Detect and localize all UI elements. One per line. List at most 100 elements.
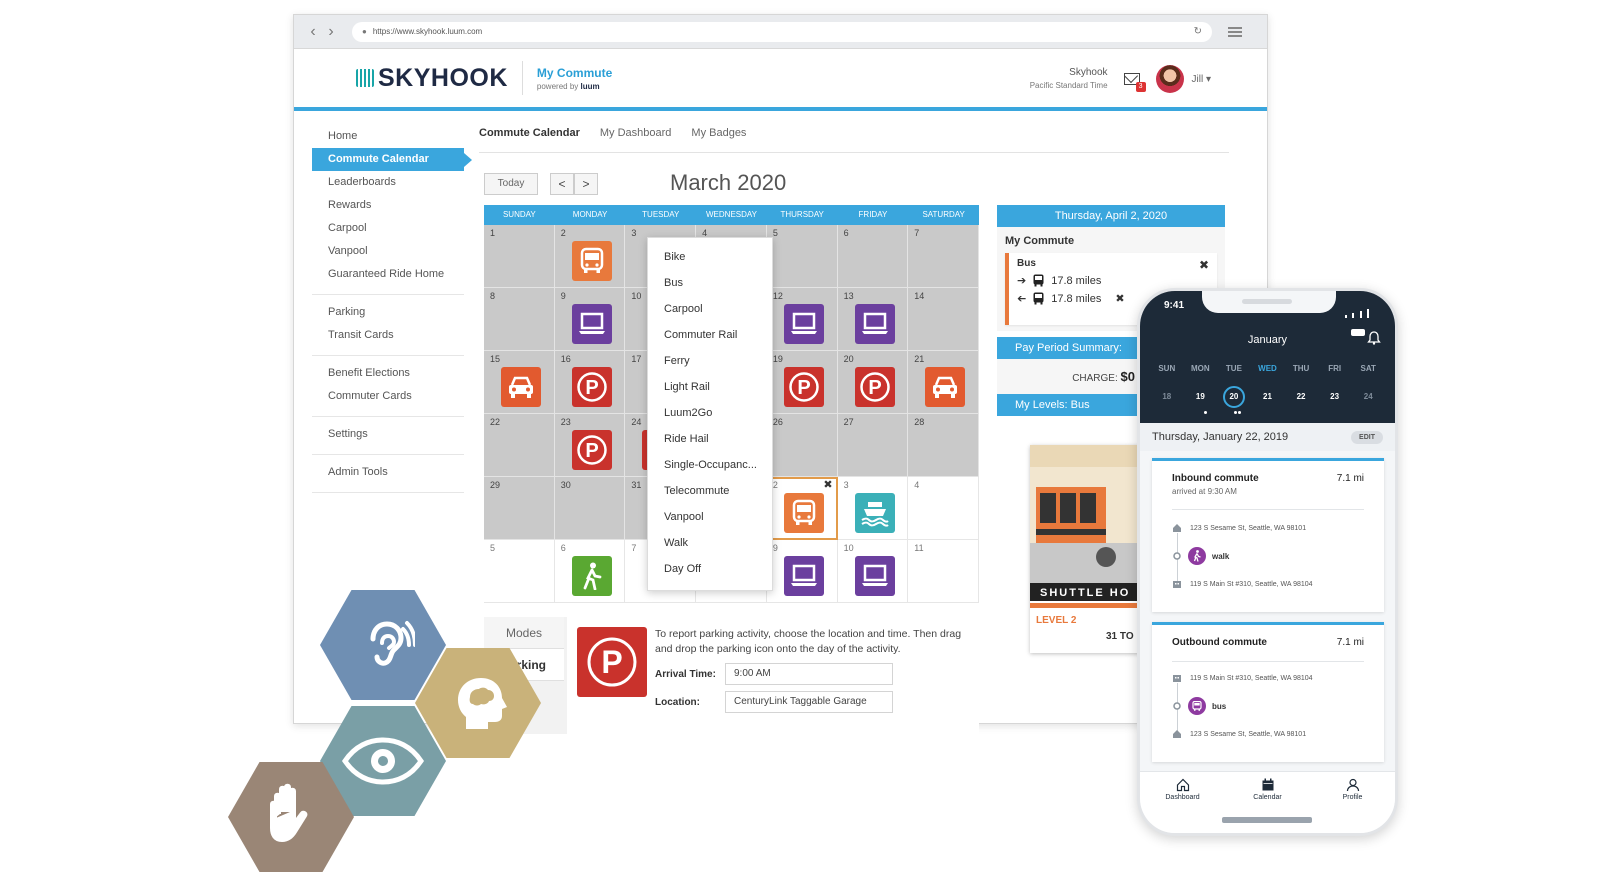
remove-commute-icon[interactable]: ✖ <box>1199 258 1209 272</box>
mode-option-bike[interactable]: Bike <box>648 244 772 270</box>
parking-icon[interactable]: P <box>571 367 612 407</box>
tab-my-badges[interactable]: My Badges <box>691 127 746 152</box>
phone-day[interactable]: 19 <box>1184 387 1218 407</box>
calendar-day[interactable]: 6 <box>837 225 909 288</box>
parking-icon[interactable]: P <box>854 367 895 407</box>
today-button[interactable]: Today <box>484 173 538 195</box>
skyhook-logo[interactable]: SKYHOOK <box>356 64 508 93</box>
calendar-day[interactable]: 23 P <box>554 414 626 477</box>
calendar-day[interactable]: 3 <box>837 477 909 540</box>
phone-day[interactable]: 21 <box>1251 387 1285 407</box>
outbound-commute-card[interactable]: Outbound commute 7.1 mi 119 S Main St #3… <box>1152 622 1384 762</box>
sidebar-item-leaderboards[interactable]: Leaderboards <box>312 171 464 194</box>
sidebar-item-transit-cards[interactable]: Transit Cards <box>312 324 464 347</box>
prev-month-button[interactable]: < <box>550 173 574 195</box>
parking-drag-icon[interactable]: P <box>577 627 647 697</box>
tab-calendar[interactable]: Calendar <box>1225 772 1310 833</box>
calendar-day[interactable]: 14 <box>908 288 979 351</box>
sidebar-item-commuter-cards[interactable]: Commuter Cards <box>312 385 464 408</box>
telecommute-icon[interactable] <box>783 304 824 344</box>
arrival-time-input[interactable]: 9:00 AM <box>725 663 893 685</box>
sidebar-item-parking[interactable]: Parking <box>312 301 464 324</box>
phone-day[interactable]: 18 <box>1150 387 1184 407</box>
calendar-day[interactable]: 13 <box>837 288 909 351</box>
calendar-day[interactable]: 10 <box>837 540 909 603</box>
mode-option-telecommute[interactable]: Telecommute <box>648 478 772 504</box>
tab-profile[interactable]: Profile <box>1310 772 1395 833</box>
calendar-day[interactable]: 29 <box>484 477 555 540</box>
phone-day[interactable]: 24 <box>1351 387 1385 407</box>
sidebar-item-guaranteed-ride-home[interactable]: Guaranteed Ride Home <box>312 263 464 286</box>
telecommute-icon[interactable] <box>783 556 824 596</box>
calendar-day[interactable]: 26 <box>766 414 838 477</box>
mode-option-single-occupanc[interactable]: Single-Occupanc... <box>648 452 772 478</box>
remove-day-icon[interactable]: ✖ <box>823 478 832 491</box>
sidebar-item-admin-tools[interactable]: Admin Tools <box>312 461 464 484</box>
bus-icon[interactable] <box>571 241 612 281</box>
sidebar-item-settings[interactable]: Settings <box>312 423 464 446</box>
modes-tab-modes[interactable]: Modes <box>484 617 564 649</box>
calendar-day[interactable]: 4 <box>908 477 979 540</box>
tab-commute-calendar[interactable]: Commute Calendar <box>479 127 580 152</box>
mode-option-ferry[interactable]: Ferry <box>648 348 772 374</box>
bus-icon[interactable] <box>783 493 824 533</box>
mode-option-walk[interactable]: Walk <box>648 530 772 556</box>
telecommute-icon[interactable] <box>854 556 895 596</box>
tab-dashboard[interactable]: Dashboard <box>1140 772 1225 833</box>
parking-icon[interactable]: P <box>571 430 612 470</box>
user-menu[interactable]: Jill ▾ <box>1192 74 1211 85</box>
mode-option-luum2go[interactable]: Luum2Go <box>648 400 772 426</box>
ferry-icon[interactable] <box>854 493 895 533</box>
calendar-day[interactable]: 1 <box>484 225 555 288</box>
phone-day[interactable]: 20 <box>1217 386 1251 408</box>
walk-icon[interactable] <box>571 556 612 596</box>
forward-icon[interactable]: › <box>322 23 340 41</box>
sidebar-item-benefit-elections[interactable]: Benefit Elections <box>312 362 464 385</box>
address-bar[interactable]: ● https://www.skyhook.luum.com ↻ <box>352 21 1212 42</box>
calendar-day[interactable]: 30 <box>554 477 626 540</box>
calendar-day[interactable]: 21 <box>908 351 979 414</box>
calendar-day[interactable]: 22 <box>484 414 555 477</box>
sidebar-item-rewards[interactable]: Rewards <box>312 194 464 217</box>
calendar-day[interactable]: 5 <box>766 225 838 288</box>
mail-icon[interactable]: 3 <box>1123 73 1146 92</box>
calendar-day[interactable]: 2 ✖ <box>766 477 838 540</box>
calendar-day[interactable]: 16 P <box>554 351 626 414</box>
mode-option-bus[interactable]: Bus <box>648 270 772 296</box>
phone-day[interactable]: 23 <box>1318 387 1352 407</box>
calendar-day[interactable]: 27 <box>837 414 909 477</box>
next-month-button[interactable]: > <box>574 173 598 195</box>
level-badge-poster[interactable]: SHUTTLE HO LEVEL 2 31 TO <box>1030 445 1150 653</box>
calendar-day[interactable]: 9 <box>554 288 626 351</box>
calendar-day[interactable]: 6 <box>554 540 626 603</box>
calendar-day[interactable]: 11 <box>908 540 979 603</box>
reload-icon[interactable]: ↻ <box>1194 26 1202 37</box>
calendar-day[interactable]: 5 <box>484 540 555 603</box>
back-icon[interactable]: ‹ <box>304 23 322 41</box>
mode-option-vanpool[interactable]: Vanpool <box>648 504 772 530</box>
calendar-day[interactable]: 9 <box>766 540 838 603</box>
sidebar-item-vanpool[interactable]: Vanpool <box>312 240 464 263</box>
calendar-day[interactable]: 2 <box>554 225 626 288</box>
calendar-day[interactable]: 19 P <box>766 351 838 414</box>
inbound-commute-card[interactable]: Inbound commute 7.1 mi arrived at 9:30 A… <box>1152 458 1384 612</box>
bell-icon[interactable] <box>1367 331 1381 350</box>
calendar-day[interactable]: 12 <box>766 288 838 351</box>
mode-option-day-off[interactable]: Day Off <box>648 556 772 582</box>
phone-day[interactable]: 22 <box>1284 387 1318 407</box>
carpool-icon[interactable] <box>925 367 966 407</box>
calendar-day[interactable]: 20 P <box>837 351 909 414</box>
location-input[interactable]: CenturyLink Taggable Garage <box>725 691 893 713</box>
tab-my-dashboard[interactable]: My Dashboard <box>600 127 672 152</box>
calendar-day[interactable]: 15 <box>484 351 555 414</box>
remove-leg-icon[interactable]: ✖ <box>1115 292 1124 305</box>
edit-button[interactable]: EDIT <box>1351 430 1383 444</box>
calendar-day[interactable]: 7 <box>908 225 979 288</box>
calendar-day[interactable]: 28 <box>908 414 979 477</box>
sidebar-item-carpool[interactable]: Carpool <box>312 217 464 240</box>
mode-option-carpool[interactable]: Carpool <box>648 296 772 322</box>
mode-option-commuter-rail[interactable]: Commuter Rail <box>648 322 772 348</box>
avatar[interactable] <box>1155 65 1184 93</box>
parking-icon[interactable]: P <box>783 367 824 407</box>
carpool-icon[interactable] <box>501 367 541 407</box>
